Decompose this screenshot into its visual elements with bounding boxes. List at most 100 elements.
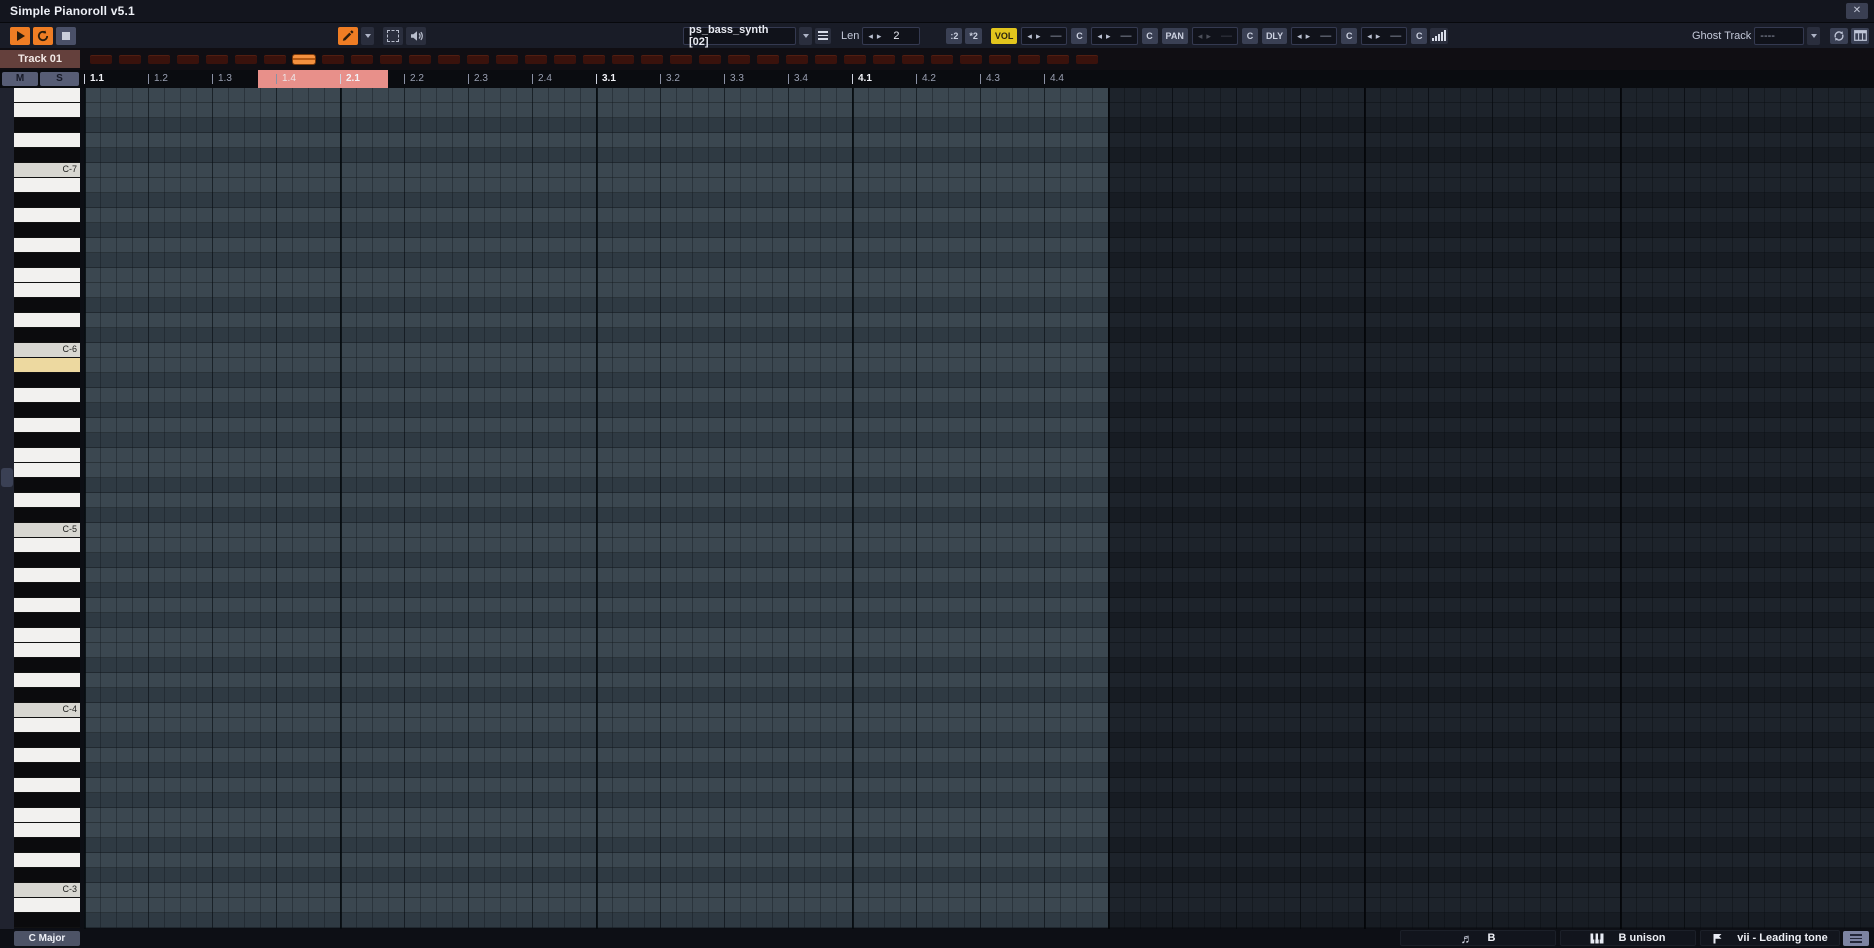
grid-row[interactable] bbox=[84, 733, 1874, 748]
piano-key-b3[interactable] bbox=[14, 718, 80, 733]
param-next-icon[interactable]: ▸ bbox=[1036, 28, 1041, 44]
halve-length-button[interactable]: :2 bbox=[946, 27, 963, 44]
pattern-step[interactable] bbox=[119, 55, 141, 64]
play-button[interactable] bbox=[10, 26, 30, 45]
pattern-step[interactable] bbox=[931, 55, 953, 64]
ghost-track-selector[interactable]: ---- bbox=[1754, 26, 1805, 45]
grid-row[interactable] bbox=[84, 463, 1874, 478]
track-name-button[interactable]: Track 01 bbox=[0, 50, 80, 68]
piano-key-g3[interactable] bbox=[14, 778, 80, 793]
param-next-icon[interactable]: ▸ bbox=[1106, 28, 1111, 44]
pattern-step[interactable] bbox=[844, 55, 866, 64]
grid-row[interactable] bbox=[84, 508, 1874, 523]
piano-key-c3[interactable]: C-3 bbox=[14, 883, 80, 898]
piano-key-gs5[interactable] bbox=[14, 403, 80, 418]
pattern-step[interactable] bbox=[728, 55, 750, 64]
pattern-step[interactable] bbox=[525, 55, 547, 64]
grid-row[interactable] bbox=[84, 718, 1874, 733]
piano-key-e7[interactable] bbox=[14, 103, 80, 118]
ghost-sync-button[interactable] bbox=[1830, 27, 1849, 44]
piano-key-gs6[interactable] bbox=[14, 223, 80, 238]
grid-row[interactable] bbox=[84, 208, 1874, 223]
piano-key-highlighted-b5[interactable] bbox=[14, 358, 80, 373]
piano-key-cs6[interactable] bbox=[14, 328, 80, 343]
pattern-step[interactable] bbox=[554, 55, 576, 64]
piano-key-e4[interactable] bbox=[14, 643, 80, 658]
grid-row[interactable] bbox=[84, 238, 1874, 253]
piano-key-cs4[interactable] bbox=[14, 688, 80, 703]
pattern-step[interactable] bbox=[264, 55, 286, 64]
loop-region[interactable] bbox=[258, 70, 388, 88]
grid-row[interactable] bbox=[84, 298, 1874, 313]
pattern-step[interactable] bbox=[380, 55, 402, 64]
audition-button[interactable] bbox=[406, 26, 426, 45]
grid-row[interactable] bbox=[84, 883, 1874, 898]
param-prev-icon[interactable]: ◂ bbox=[1367, 28, 1372, 44]
piano-key-fs5[interactable] bbox=[14, 433, 80, 448]
status-menu-button[interactable] bbox=[1843, 931, 1869, 946]
piano-key-fs6[interactable] bbox=[14, 253, 80, 268]
piano-key-f7[interactable] bbox=[14, 88, 80, 103]
grid-row[interactable] bbox=[84, 643, 1874, 658]
grid-row[interactable] bbox=[84, 223, 1874, 238]
piano-key-d3[interactable] bbox=[14, 853, 80, 868]
piano-key-g6[interactable] bbox=[14, 238, 80, 253]
grid-row[interactable] bbox=[84, 133, 1874, 148]
pattern-step[interactable] bbox=[583, 55, 605, 64]
piano-key-as2[interactable] bbox=[14, 913, 80, 928]
grid-row[interactable] bbox=[84, 628, 1874, 643]
pattern-step[interactable] bbox=[989, 55, 1011, 64]
param-label-pan-button[interactable]: PAN bbox=[1161, 27, 1188, 44]
grid-row[interactable] bbox=[84, 193, 1874, 208]
grid-row[interactable] bbox=[84, 178, 1874, 193]
grid-row[interactable] bbox=[84, 268, 1874, 283]
grid-row[interactable] bbox=[84, 283, 1874, 298]
piano-key-e6[interactable] bbox=[14, 283, 80, 298]
grid-row[interactable] bbox=[84, 778, 1874, 793]
grid-row[interactable] bbox=[84, 568, 1874, 583]
param-clear-button[interactable]: C bbox=[1241, 27, 1258, 44]
pattern-step[interactable] bbox=[902, 55, 924, 64]
piano-key-c4[interactable]: C-4 bbox=[14, 703, 80, 718]
stop-button[interactable] bbox=[56, 26, 76, 45]
param-clear-button[interactable]: C bbox=[1141, 27, 1158, 44]
grid-row[interactable] bbox=[84, 703, 1874, 718]
piano-key-gs4[interactable] bbox=[14, 583, 80, 598]
pattern-step[interactable] bbox=[438, 55, 460, 64]
double-length-button[interactable]: *2 bbox=[965, 27, 982, 44]
piano-key-e3[interactable] bbox=[14, 823, 80, 838]
pattern-step[interactable] bbox=[815, 55, 837, 64]
grid-row[interactable] bbox=[84, 448, 1874, 463]
piano-key-as6[interactable] bbox=[14, 193, 80, 208]
instrument-dropdown-button[interactable] bbox=[799, 26, 812, 45]
piano-key-cs7[interactable] bbox=[14, 148, 80, 163]
param-clear-button[interactable]: C bbox=[1341, 27, 1358, 44]
pattern-step[interactable] bbox=[612, 55, 634, 64]
pattern-step[interactable] bbox=[786, 55, 808, 64]
grid-row[interactable] bbox=[84, 328, 1874, 343]
piano-key-as5[interactable] bbox=[14, 373, 80, 388]
grid-row[interactable] bbox=[84, 478, 1874, 493]
piano-key-c6[interactable]: C-6 bbox=[14, 343, 80, 358]
piano-key-c5[interactable]: C-5 bbox=[14, 523, 80, 538]
piano-key-ds7[interactable] bbox=[14, 118, 80, 133]
grid-row[interactable] bbox=[84, 868, 1874, 883]
grid-row[interactable] bbox=[84, 358, 1874, 373]
grid-row[interactable] bbox=[84, 373, 1874, 388]
grid-row[interactable] bbox=[84, 898, 1874, 913]
pattern-step[interactable] bbox=[148, 55, 170, 64]
piano-key-ds3[interactable] bbox=[14, 838, 80, 853]
pencil-tool-button[interactable] bbox=[338, 26, 358, 45]
pattern-step[interactable] bbox=[873, 55, 895, 64]
grid-row[interactable] bbox=[84, 808, 1874, 823]
piano-key-e5[interactable] bbox=[14, 463, 80, 478]
grid-row[interactable] bbox=[84, 388, 1874, 403]
loop-button[interactable] bbox=[33, 26, 53, 45]
pattern-step-active[interactable] bbox=[293, 55, 315, 64]
note-grid[interactable] bbox=[84, 88, 1874, 929]
grid-row[interactable] bbox=[84, 118, 1874, 133]
velocity-editor-button[interactable] bbox=[1430, 27, 1449, 44]
piano-key-g5[interactable] bbox=[14, 418, 80, 433]
pencil-dropdown-button[interactable] bbox=[361, 26, 374, 45]
mute-button[interactable]: M bbox=[2, 72, 38, 86]
